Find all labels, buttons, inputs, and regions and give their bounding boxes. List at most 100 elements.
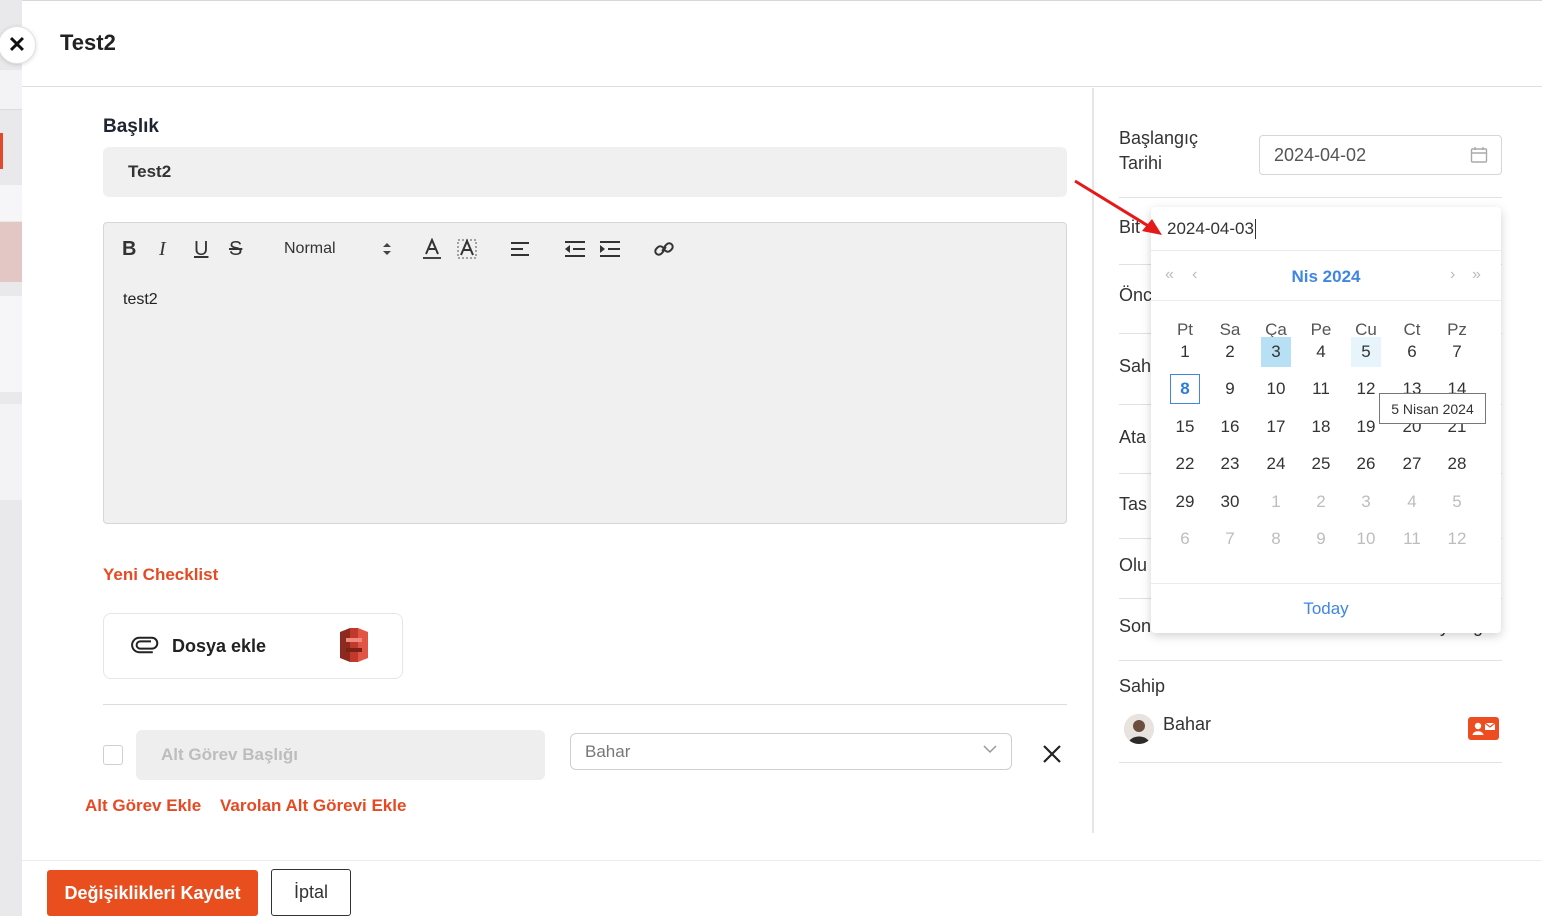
outdent-icon [565, 241, 585, 257]
close-icon: ✕ [7, 32, 27, 57]
contact-card-icon[interactable] [1468, 717, 1499, 740]
strike-button[interactable]: S [229, 237, 242, 261]
calendar-day[interactable]: 25 [1306, 449, 1336, 479]
calendar-day[interactable]: 22 [1170, 449, 1200, 479]
add-file-button[interactable]: Dosya ekle [103, 613, 403, 679]
text-caret [1254, 218, 1256, 239]
calendar-day[interactable]: 15 [1170, 412, 1200, 442]
avatar [1124, 714, 1154, 744]
last-updated-label: Son [1119, 616, 1152, 636]
subtask-assignee-value: Bahar [585, 741, 631, 761]
date-tooltip: 5 Nisan 2024 [1379, 393, 1486, 424]
today-button[interactable]: Today [1151, 583, 1501, 633]
header-divider [22, 86, 1542, 87]
align-button[interactable] [510, 237, 530, 261]
calendar-day[interactable]: 4 [1397, 487, 1427, 517]
subtask-title-input[interactable]: Alt Görev Başlığı [136, 730, 545, 780]
calendar-day[interactable]: 4 [1306, 337, 1336, 367]
calendar-day[interactable]: 7 [1215, 524, 1245, 554]
next-month-icon[interactable]: › [1450, 266, 1455, 284]
calendar-day[interactable]: 23 [1215, 449, 1245, 479]
text-color-icon [423, 238, 441, 259]
background-color-button[interactable] [456, 237, 478, 261]
calendar-day[interactable]: 18 [1306, 412, 1336, 442]
calendar-day[interactable]: 3 [1261, 337, 1291, 367]
add-existing-subtask-link[interactable]: Varolan Alt Görevi Ekle [220, 796, 406, 816]
calendar-day[interactable]: 10 [1261, 374, 1291, 404]
italic-button[interactable]: I [159, 237, 166, 261]
calendar-day[interactable]: 7 [1442, 337, 1472, 367]
calendar-day[interactable]: 30 [1215, 487, 1245, 517]
next-year-icon[interactable]: » [1472, 266, 1481, 284]
month-label[interactable]: Nis 2024 [1151, 267, 1501, 287]
calendar-day[interactable]: 1 [1170, 337, 1200, 367]
start-date-label-line1: Başlangıç [1119, 128, 1199, 148]
outdent-button[interactable] [564, 237, 586, 261]
link-button[interactable] [653, 237, 675, 261]
calendar-day[interactable]: 5 [1442, 487, 1472, 517]
bold-button[interactable]: B [122, 237, 136, 261]
paperclip-icon [131, 636, 159, 654]
save-changes-button[interactable]: Değişiklikleri Kaydet [47, 870, 258, 916]
align-left-icon [511, 242, 529, 256]
background-strip-block [0, 404, 22, 500]
user-photo-icon [1124, 714, 1154, 744]
calendar-day[interactable]: 24 [1261, 449, 1291, 479]
rich-text-editor: B I U S Normal test2 [103, 222, 1067, 524]
calendar-day[interactable]: 29 [1170, 487, 1200, 517]
indent-button[interactable] [599, 237, 621, 261]
link-icon [654, 242, 674, 256]
owner-label: Sahip [1119, 676, 1166, 696]
calendar-day[interactable]: 8 [1261, 524, 1291, 554]
font-size-value: Normal [284, 240, 336, 257]
add-file-label: Dosya ekle [172, 636, 267, 656]
calendar-day[interactable]: 10 [1351, 524, 1381, 554]
calendar-day[interactable]: 3 [1351, 487, 1381, 517]
select-arrows-icon [383, 243, 391, 255]
background-page-strip [0, 0, 22, 916]
calendar-day[interactable]: 1 [1261, 487, 1291, 517]
text-color-button[interactable] [422, 237, 442, 261]
date-picker-header: « ‹ Nis 2024 › » [1151, 252, 1501, 301]
annotation-arrow-icon [1074, 179, 1162, 235]
calendar-day[interactable]: 2 [1306, 487, 1336, 517]
start-date-input[interactable]: 2024-04-02 [1259, 135, 1502, 175]
calendar-day[interactable]: 11 [1306, 374, 1336, 404]
owner-field-label: Sah [1119, 356, 1152, 376]
created-label: Olu [1119, 555, 1148, 575]
background-strip-block [0, 70, 22, 110]
calendar-day[interactable]: 8 [1170, 374, 1200, 404]
calendar-day[interactable]: 2 [1215, 337, 1245, 367]
font-size-select[interactable]: Normal [284, 237, 392, 261]
calendar-day[interactable]: 6 [1397, 337, 1427, 367]
editor-content[interactable]: test2 [123, 291, 158, 309]
calendar-day[interactable]: 9 [1306, 524, 1336, 554]
remove-subtask-icon[interactable] [1041, 743, 1063, 765]
new-checklist-link[interactable]: Yeni Checklist [103, 565, 218, 585]
calendar-day[interactable]: 17 [1261, 412, 1291, 442]
subtask-checkbox[interactable] [103, 745, 123, 765]
chevron-down-icon [983, 745, 997, 754]
end-date-input[interactable]: 2024-04-03 [1151, 207, 1501, 251]
calendar-day[interactable]: 26 [1351, 449, 1381, 479]
calendar-day[interactable]: 19 [1351, 412, 1381, 442]
add-subtask-link[interactable]: Alt Görev Ekle [85, 796, 201, 816]
calendar-day[interactable]: 6 [1170, 524, 1200, 554]
calendar-day[interactable]: 27 [1397, 449, 1427, 479]
subtask-assignee-select[interactable]: Bahar [570, 733, 1012, 770]
underline-button[interactable]: U [194, 237, 208, 261]
start-date-value: 2024-04-02 [1274, 144, 1367, 165]
background-strip-block [0, 222, 22, 282]
cancel-button[interactable]: İptal [271, 869, 351, 916]
background-color-icon [457, 238, 477, 259]
calendar-day[interactable]: 12 [1442, 524, 1472, 554]
calendar-day[interactable]: 5 [1351, 337, 1381, 367]
field-divider [1119, 197, 1502, 198]
calendar-day[interactable]: 12 [1351, 374, 1381, 404]
title-input[interactable]: Test2 [103, 147, 1067, 197]
start-date-label-line2: Tarihi [1119, 153, 1163, 173]
calendar-day[interactable]: 16 [1215, 412, 1245, 442]
calendar-day[interactable]: 9 [1215, 374, 1245, 404]
calendar-day[interactable]: 11 [1397, 524, 1427, 554]
calendar-day[interactable]: 28 [1442, 449, 1472, 479]
